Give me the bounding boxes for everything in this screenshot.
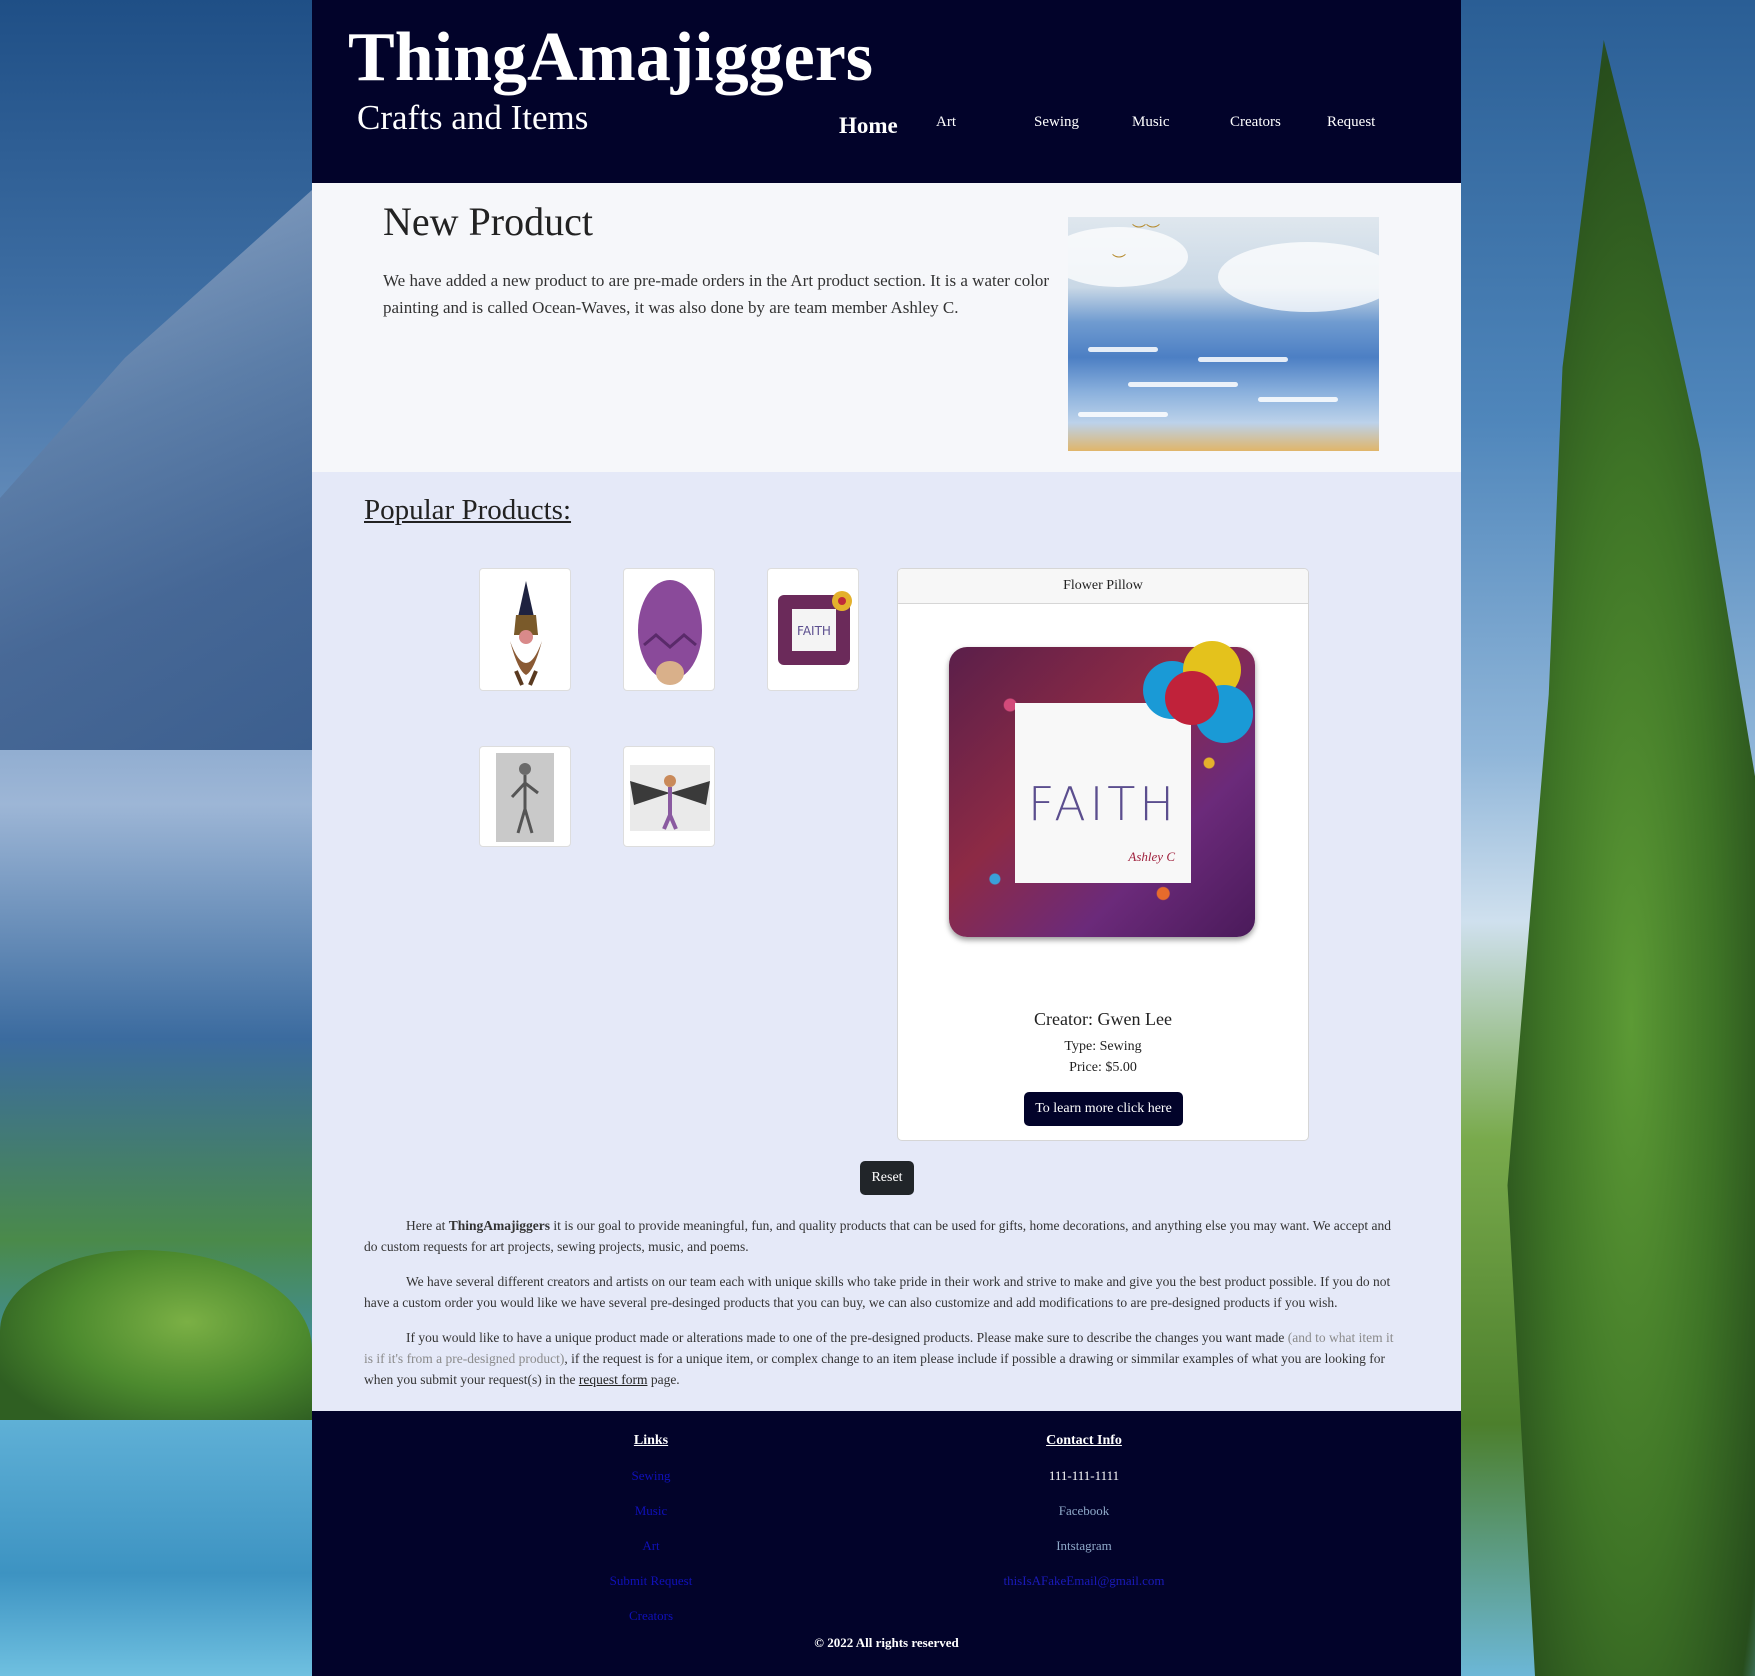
new-product-section: New Product We have added a new product … bbox=[312, 183, 1461, 472]
gnome-icon bbox=[486, 575, 564, 686]
footer-instagram-link[interactable]: Intstagram bbox=[934, 1536, 1234, 1571]
footer-link-sewing[interactable]: Sewing bbox=[501, 1466, 801, 1501]
footer-email-link[interactable]: thisIsAFakeEmail@gmail.com bbox=[934, 1571, 1234, 1606]
main-nav: Home Art Sewing Music Creators Request bbox=[312, 0, 1461, 183]
site-header: ThingAmajiggers Crafts and Items Home Ar… bbox=[312, 0, 1461, 183]
nav-music[interactable]: Music bbox=[1132, 112, 1170, 132]
popular-products-section: Popular Products: FAITH Flower Pillow FA… bbox=[312, 472, 1461, 1411]
pillow-signature: Ashley C bbox=[1128, 849, 1175, 864]
product-thumbnail-purple-plush[interactable] bbox=[623, 568, 715, 691]
nav-home[interactable]: Home bbox=[839, 114, 898, 137]
footer-links-heading: Links bbox=[633, 1433, 669, 1448]
footer-phone: 111-111-1111 bbox=[1048, 1468, 1120, 1483]
painting-cloud bbox=[1218, 242, 1379, 312]
pillow-word: FAITH bbox=[1028, 777, 1178, 831]
painting-cloud bbox=[1068, 227, 1188, 287]
purple-plush-icon bbox=[630, 575, 708, 685]
footer-contact-heading: Contact Info bbox=[1046, 1433, 1122, 1448]
flower-petal bbox=[1165, 671, 1219, 725]
page-container: ThingAmajiggers Crafts and Items Home Ar… bbox=[312, 0, 1461, 1676]
card-title: Flower Pillow bbox=[898, 569, 1308, 604]
faith-pillow-icon: FAITH bbox=[774, 575, 852, 684]
about-text: Here at ThingAmajiggers it is our goal t… bbox=[364, 1215, 1404, 1404]
footer-link-music[interactable]: Music bbox=[501, 1501, 801, 1536]
about-p3-c: page. bbox=[647, 1372, 680, 1387]
product-thumbnail-winged-figure[interactable] bbox=[623, 746, 715, 847]
about-p3-a: If you would like to have a unique produ… bbox=[406, 1330, 1288, 1345]
request-form-link[interactable]: request form bbox=[579, 1372, 648, 1387]
reset-button[interactable]: Reset bbox=[860, 1161, 914, 1195]
about-p1-brand: ThingAmajiggers bbox=[448, 1218, 550, 1233]
winged-figure-icon bbox=[630, 753, 710, 840]
footer-links-column: Links Sewing Music Art Submit Request Cr… bbox=[501, 1431, 801, 1641]
footer-link-art[interactable]: Art bbox=[501, 1536, 801, 1571]
background-lake-left bbox=[0, 1420, 312, 1676]
about-paragraph-3: If you would like to have a unique produ… bbox=[364, 1327, 1404, 1390]
painting-wave bbox=[1078, 412, 1168, 417]
product-thumbnail-knight-drawing[interactable] bbox=[479, 746, 571, 847]
bird-icon: ︶ bbox=[1112, 255, 1126, 270]
nav-art[interactable]: Art bbox=[936, 112, 956, 132]
card-type: Type: Sewing bbox=[1064, 1039, 1142, 1054]
ocean-waves-painting: ︶︶ ︶ bbox=[1068, 217, 1379, 451]
painting-wave bbox=[1258, 397, 1338, 402]
product-thumbnail-faith-pillow[interactable]: FAITH bbox=[767, 568, 859, 691]
about-paragraph-2: We have several different creators and a… bbox=[364, 1274, 1391, 1310]
footer-contact-column: Contact Info 111-111-1111 Facebook Intst… bbox=[934, 1431, 1234, 1606]
nav-request[interactable]: Request bbox=[1327, 112, 1375, 132]
painting-wave bbox=[1088, 347, 1158, 352]
flower-pillow-image: FAITH Ashley C bbox=[943, 639, 1261, 945]
knight-drawing-icon bbox=[486, 753, 564, 842]
new-product-title: New Product bbox=[383, 199, 593, 244]
nav-sewing[interactable]: Sewing bbox=[1034, 112, 1079, 132]
nav-creators[interactable]: Creators bbox=[1230, 112, 1281, 132]
svg-text:FAITH: FAITH bbox=[797, 624, 831, 638]
flower-icon bbox=[1143, 641, 1259, 757]
footer-facebook-link[interactable]: Facebook bbox=[934, 1501, 1234, 1536]
learn-more-button[interactable]: To learn more click here bbox=[1024, 1092, 1183, 1126]
product-thumbnail-gnome[interactable] bbox=[479, 568, 571, 691]
copyright-text: © 2022 All rights reserved bbox=[814, 1635, 959, 1650]
new-product-description: We have added a new product to are pre-m… bbox=[383, 271, 1050, 317]
product-detail-card: Flower Pillow FAITH Ashley C Creator: Gw… bbox=[897, 568, 1309, 1141]
site-footer: Links Sewing Music Art Submit Request Cr… bbox=[312, 1411, 1461, 1676]
card-creator: Creator: Gwen Lee bbox=[1034, 1009, 1172, 1029]
card-price: Price: $5.00 bbox=[1069, 1060, 1137, 1075]
about-paragraph-1: Here at ThingAmajiggers it is our goal t… bbox=[364, 1215, 1404, 1257]
footer-link-submit-request[interactable]: Submit Request bbox=[501, 1571, 801, 1606]
about-p1-intro: Here at bbox=[406, 1218, 449, 1233]
painting-wave bbox=[1128, 382, 1238, 387]
painting-wave bbox=[1198, 357, 1288, 362]
popular-products-title: Popular Products: bbox=[364, 494, 572, 526]
bird-icon: ︶︶ bbox=[1132, 225, 1160, 240]
pillow-body: FAITH Ashley C bbox=[949, 641, 1255, 937]
